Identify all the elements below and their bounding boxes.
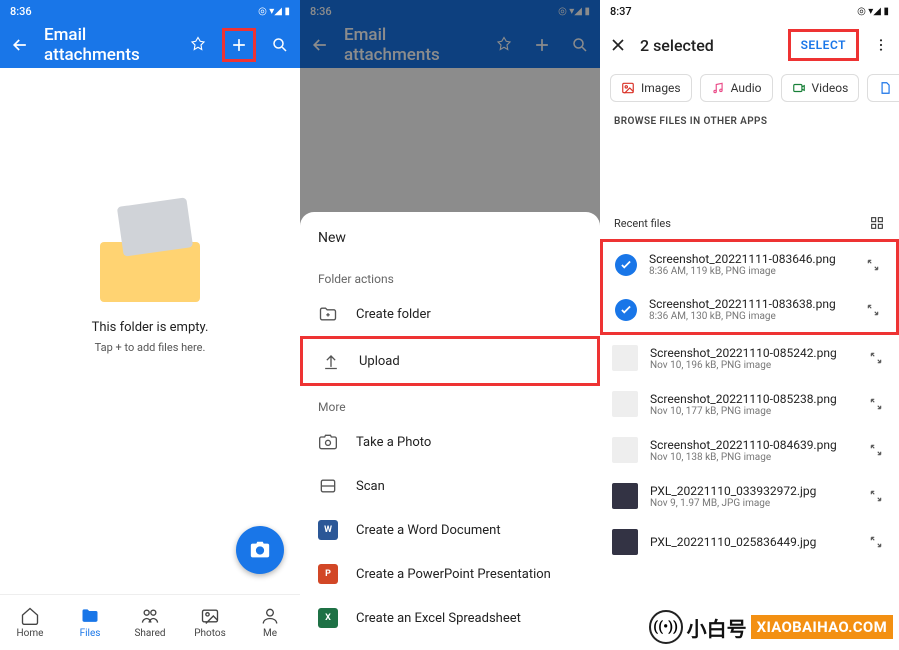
file-row[interactable]: Screenshot_20221110-085242.pngNov 10, 19… — [600, 335, 899, 381]
chip-audio[interactable]: Audio — [700, 74, 773, 102]
chip-videos[interactable]: Videos — [781, 74, 860, 102]
file-thumbnail — [612, 437, 638, 463]
selected-files-group: Screenshot_20221111-083646.png 8:36 AM, … — [600, 239, 899, 335]
sheet-section-more: More — [300, 386, 600, 420]
recent-header: Recent files — [600, 135, 899, 239]
file-row[interactable]: PXL_20221110_033932972.jpgNov 9, 1.97 MB… — [600, 473, 899, 519]
empty-subtitle: Tap + to add files here. — [95, 341, 206, 354]
sheet-new[interactable]: New — [300, 212, 600, 258]
expand-icon[interactable] — [866, 258, 884, 272]
nav-me[interactable]: Me — [240, 595, 300, 650]
file-row[interactable]: Screenshot_20221110-084639.pngNov 10, 13… — [600, 427, 899, 473]
brand-symbol: ((•)) — [649, 610, 683, 644]
search-icon[interactable] — [266, 31, 294, 59]
app-bar: Email attachments — [0, 22, 300, 68]
bottom-nav: Home Files Shared Photos Me — [0, 594, 300, 650]
sheet-take-photo[interactable]: Take a Photo — [300, 420, 600, 464]
more-icon[interactable] — [871, 37, 891, 53]
expand-icon[interactable] — [866, 303, 884, 317]
action-sheet: New Folder actions Create folder Upload … — [300, 212, 600, 650]
status-bar: 8:37 ◎ ▾◢ ▮ — [600, 0, 899, 22]
file-list: Screenshot_20221111-083646.png 8:36 AM, … — [600, 239, 899, 565]
status-icons: ◎ ▾◢ ▮ — [857, 6, 889, 17]
selection-count: 2 selected — [640, 36, 776, 55]
expand-icon[interactable] — [869, 535, 887, 549]
brand-en: XIAOBAIHAO.COM — [751, 615, 893, 639]
fab-camera[interactable] — [236, 526, 284, 574]
powerpoint-icon: P — [318, 564, 338, 584]
nav-shared[interactable]: Shared — [120, 595, 180, 650]
select-button[interactable]: SELECT — [788, 29, 859, 61]
grid-view-icon[interactable] — [869, 215, 885, 231]
expand-icon[interactable] — [869, 489, 887, 503]
close-icon[interactable] — [608, 35, 628, 55]
empty-folder-illustration — [90, 202, 210, 302]
premium-icon[interactable] — [184, 31, 212, 59]
file-row[interactable]: Screenshot_20221110-085238.pngNov 10, 17… — [600, 381, 899, 427]
browse-header: BROWSE FILES IN OTHER APPS — [600, 112, 899, 135]
nav-files[interactable]: Files — [60, 595, 120, 650]
file-thumbnail — [612, 345, 638, 371]
chip-documents[interactable]: Documents — [867, 74, 899, 102]
empty-title: This folder is empty. — [92, 320, 209, 335]
word-icon: W — [318, 520, 338, 540]
sheet-excel[interactable]: X Create an Excel Spreadsheet — [300, 596, 600, 640]
file-row[interactable]: Screenshot_20221111-083646.png 8:36 AM, … — [603, 242, 896, 287]
status-time: 8:36 — [10, 5, 32, 18]
page-title: Email attachments — [44, 25, 174, 65]
file-thumbnail — [612, 391, 638, 417]
sheet-create-folder[interactable]: Create folder — [300, 292, 600, 336]
file-thumbnail — [612, 483, 638, 509]
empty-state: This folder is empty. Tap + to add files… — [0, 68, 300, 488]
back-icon[interactable] — [6, 31, 34, 59]
selection-bar: 2 selected SELECT — [600, 22, 899, 68]
expand-icon[interactable] — [869, 351, 887, 365]
sheet-scan[interactable]: Scan — [300, 464, 600, 508]
file-row[interactable]: PXL_20221110_025836449.jpg — [600, 519, 899, 565]
nav-photos[interactable]: Photos — [180, 595, 240, 650]
check-icon — [615, 299, 637, 321]
status-bar: 8:36 ◎ ▾◢ ▮ — [0, 0, 300, 22]
filter-chips: Images Audio Videos Documents — [600, 68, 899, 112]
expand-icon[interactable] — [869, 397, 887, 411]
sheet-powerpoint[interactable]: P Create a PowerPoint Presentation — [300, 552, 600, 596]
status-icons: ◎ ▾◢ ▮ — [258, 6, 290, 17]
excel-icon: X — [318, 608, 338, 628]
sheet-word[interactable]: W Create a Word Document — [300, 508, 600, 552]
sheet-upload[interactable]: Upload — [300, 336, 600, 386]
sheet-section-folder-actions: Folder actions — [300, 258, 600, 292]
publisher-brand: ((•)) 小白号 XIAOBAIHAO.COM — [649, 610, 893, 644]
nav-home[interactable]: Home — [0, 595, 60, 650]
chip-images[interactable]: Images — [610, 74, 692, 102]
expand-icon[interactable] — [869, 443, 887, 457]
status-time: 8:37 — [610, 5, 632, 18]
check-icon — [615, 254, 637, 276]
add-button[interactable] — [222, 28, 256, 62]
file-row[interactable]: Screenshot_20221111-083638.png 8:36 AM, … — [603, 287, 896, 332]
file-thumbnail — [612, 529, 638, 555]
brand-cn: 小白号 — [687, 613, 747, 642]
